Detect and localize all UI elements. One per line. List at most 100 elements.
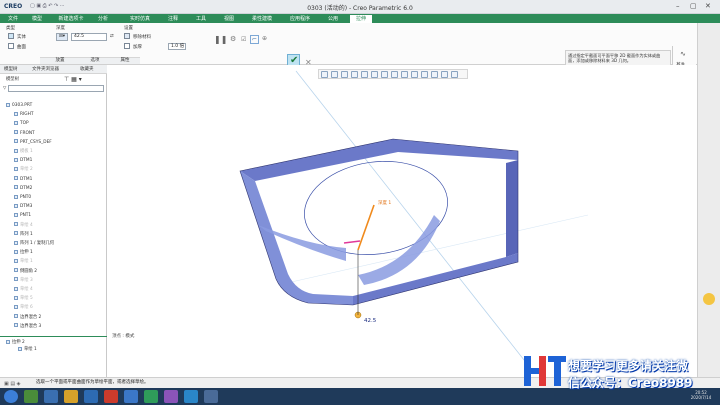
folder-icon[interactable] [64, 390, 78, 403]
tree-settings-icon[interactable]: ⊤ ▦ ▾ [64, 76, 82, 83]
tree-item[interactable]: 拉伸 1 [14, 249, 33, 256]
app-icon-1[interactable] [24, 390, 38, 403]
app-icon-8[interactable] [164, 390, 178, 403]
group-placement[interactable]: 放置 [40, 57, 80, 64]
tree-item[interactable]: DTM3 [14, 203, 32, 210]
tree-item[interactable]: 阵列 1 / 复制几何 [14, 240, 54, 247]
preview-icon[interactable]: ⚙ [230, 35, 236, 43]
app-icon-10[interactable] [204, 390, 218, 403]
tab-folder-browser[interactable]: 文件夹浏览器 [32, 65, 59, 74]
tree-item[interactable]: 草绘 6 [14, 304, 33, 311]
tree-item[interactable]: DTM2 [14, 185, 32, 192]
tree-item[interactable]: 草绘 5 [14, 295, 33, 302]
tab-tools[interactable]: 工具 [190, 15, 212, 23]
tab-model[interactable]: 模型 [26, 15, 48, 23]
filter-icon[interactable]: ▽ [3, 85, 6, 92]
tree-item[interactable]: 边界混合 2 [14, 314, 41, 321]
tree-item-label: 草绘 1 [20, 259, 33, 265]
tree-item[interactable]: PRT_CSYS_DEF [14, 139, 52, 146]
feature-icon [14, 157, 18, 162]
tab-new[interactable]: 新建选项卡 [52, 15, 90, 23]
thicken-checkbox[interactable] [124, 43, 130, 49]
tree-item[interactable]: 草绘 3 [14, 277, 33, 284]
tree-item[interactable]: PNT0 [14, 194, 31, 201]
spin-center-icon[interactable] [421, 71, 428, 78]
tree-search-input[interactable] [8, 85, 104, 92]
settings-icon[interactable] [451, 71, 458, 78]
feature-icon [14, 323, 18, 328]
group-properties[interactable]: 属性 [110, 57, 140, 64]
tree-item[interactable]: DTM1 [14, 176, 32, 183]
repaint-icon[interactable] [351, 71, 358, 78]
view-manager-icon[interactable] [381, 71, 388, 78]
tree-item[interactable]: 草绘 4 [14, 286, 33, 293]
tab-favorites[interactable]: 收藏夹 [80, 65, 94, 74]
saved-views-icon[interactable] [371, 71, 378, 78]
model-graphic [239, 70, 589, 366]
minimize-icon[interactable]: – [676, 2, 680, 10]
tab-view[interactable]: 视图 [218, 15, 240, 23]
refit-icon[interactable] [321, 71, 328, 78]
app-icon-2[interactable] [44, 390, 58, 403]
display-style-icon[interactable] [361, 71, 368, 78]
tree-item[interactable]: TOP [14, 120, 29, 127]
tab-model-tree[interactable]: 模型树 [4, 65, 18, 74]
tab-file[interactable]: 文件 [2, 15, 24, 23]
feature-preview-icon[interactable]: ⊕ [262, 35, 267, 42]
tab-applications[interactable]: 应用程序 [284, 15, 316, 23]
creo-taskbar-icon[interactable] [144, 390, 158, 403]
tree-item[interactable]: FRONT [14, 130, 35, 137]
datum-icon[interactable]: ∿ [680, 50, 686, 58]
annotation-display-icon[interactable] [411, 71, 418, 78]
pause-icon[interactable]: ❚❚ [214, 35, 227, 44]
remove-material-icon[interactable] [124, 33, 130, 39]
start-button-icon[interactable] [4, 390, 18, 403]
tree-item[interactable]: 模板 1 [14, 148, 33, 155]
zoom-in-icon[interactable] [331, 71, 338, 78]
remove-material-label[interactable]: 移除材料 [133, 34, 151, 40]
dimension-label[interactable]: 42.5 [364, 318, 376, 324]
depth-type-select[interactable]: ⊟▾ [56, 33, 68, 41]
surface-toggle[interactable] [8, 43, 14, 49]
tab-analysis[interactable]: 分析 [92, 15, 114, 23]
flip-direction-icon[interactable]: ⇄ [110, 34, 114, 39]
tree-item[interactable]: 倒圆角 2 [14, 268, 37, 275]
close-icon[interactable]: ✕ [705, 2, 711, 10]
feature-icon [14, 222, 18, 227]
tree-item[interactable]: DTM1 [14, 157, 32, 164]
verify-icon[interactable]: ☑ [241, 36, 246, 43]
solid-toggle[interactable] [8, 33, 14, 39]
tree-item[interactable]: 边界混合 3 [14, 323, 41, 330]
tree-item[interactable]: PNT1 [14, 212, 31, 219]
tab-extrude[interactable]: 拉伸 [350, 15, 372, 23]
depth-input[interactable]: 42.5 [71, 33, 107, 41]
app-icon-9[interactable] [184, 390, 198, 403]
tab-common[interactable]: 公用 [322, 15, 344, 23]
glasses-icon[interactable]: ⌐ [250, 35, 260, 44]
datum-display-icon[interactable] [401, 71, 408, 78]
tree-item[interactable]: 阵列 1 [14, 231, 33, 238]
group-options[interactable]: 选项 [80, 57, 110, 64]
tree-item[interactable]: 草绘 1 [14, 258, 33, 265]
thicken-input[interactable]: 1.0 倍 [168, 43, 186, 50]
sketcher-display-icon[interactable] [431, 71, 438, 78]
tab-annotate[interactable]: 注释 [162, 15, 184, 23]
app-icon-4[interactable] [84, 390, 98, 403]
perspective-icon[interactable] [391, 71, 398, 78]
zoom-out-icon[interactable] [341, 71, 348, 78]
tree-item-insert-child[interactable]: 草绘 1 [18, 346, 37, 353]
app-icon-6[interactable] [124, 390, 138, 403]
maximize-icon[interactable]: ▢ [690, 2, 697, 10]
tab-simulation[interactable]: 实时仿真 [122, 15, 158, 23]
help-icon[interactable] [703, 293, 715, 305]
tree-item[interactable]: 草绘 4 [14, 222, 33, 229]
tree-item[interactable]: RIGHT [14, 111, 33, 118]
orient-icon[interactable] [441, 71, 448, 78]
tree-item[interactable]: 草绘 2 [14, 166, 33, 173]
tab-flexible[interactable]: 柔性建模 [246, 15, 278, 23]
tree-item-label: RIGHT [20, 112, 34, 118]
tree-item[interactable]: 0303.PRT [6, 102, 32, 109]
tree-item-insert[interactable]: 拉伸 2 [6, 339, 25, 346]
app-icon-5[interactable] [104, 390, 118, 403]
graphics-viewport[interactable]: 深度 1 42.5 顶点 : 模式 [108, 65, 697, 377]
